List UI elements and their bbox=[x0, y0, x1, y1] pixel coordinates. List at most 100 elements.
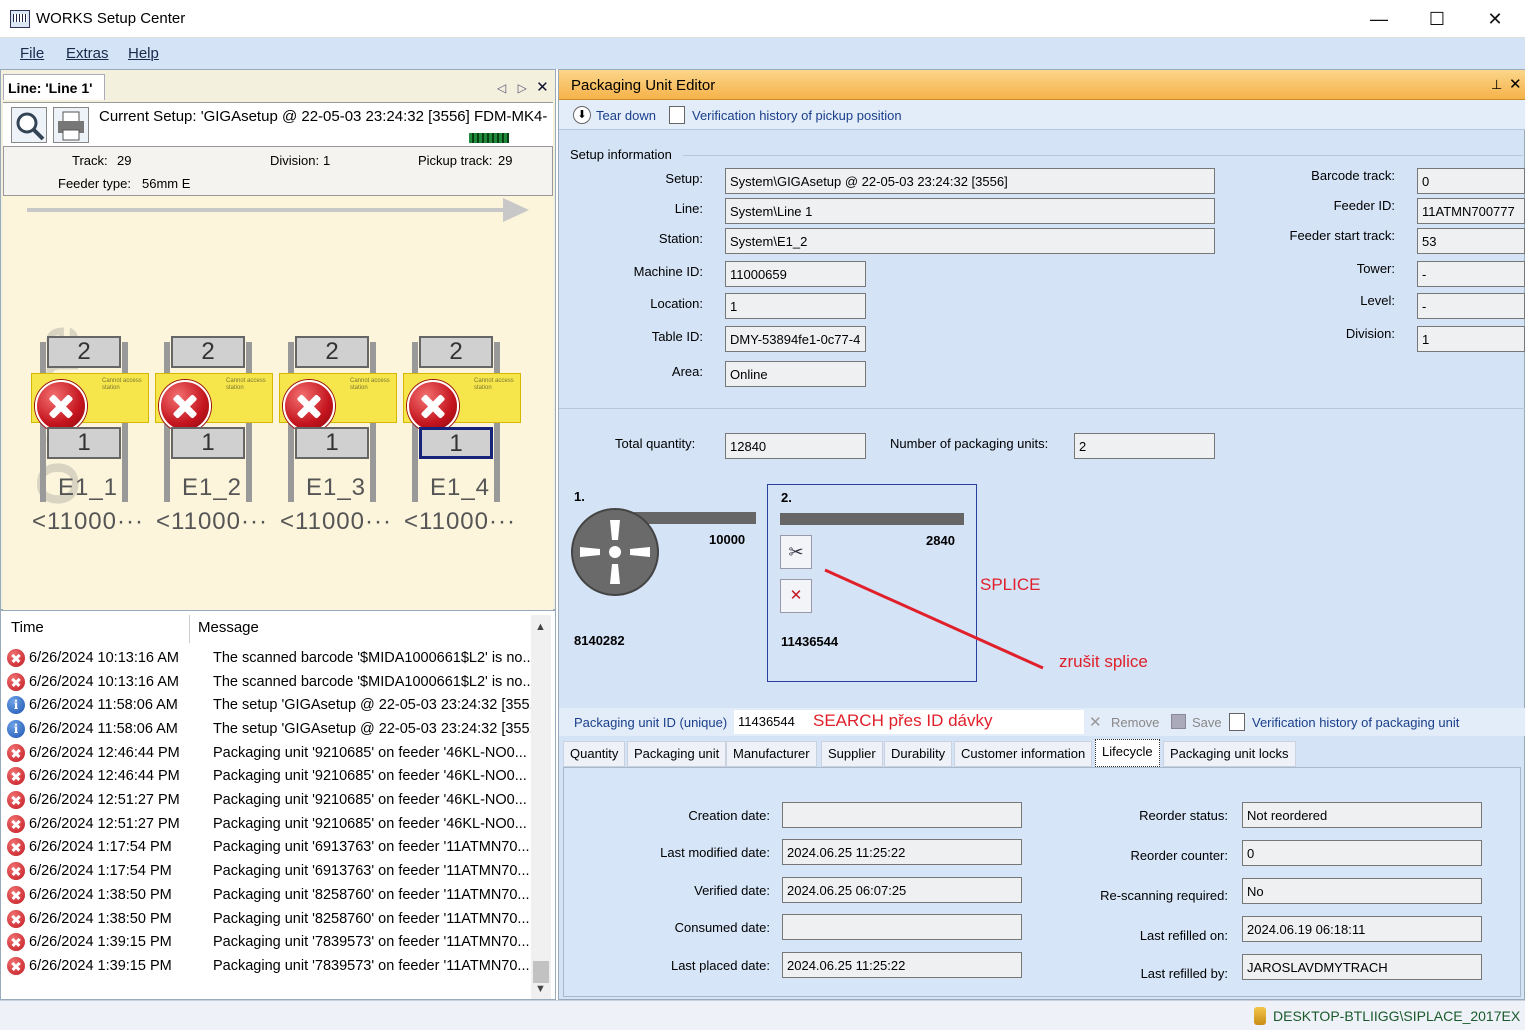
log-row[interactable]: 6/26/2024 1:38:50 PM Packaging unit '8258… bbox=[7, 907, 533, 931]
log-row[interactable]: 6/26/2024 1:17:54 PM Packaging unit '6913… bbox=[7, 836, 533, 860]
log-row[interactable]: 6/26/2024 1:17:54 PM Packaging unit '6913… bbox=[7, 859, 533, 883]
pin-icon[interactable]: ⊥ bbox=[1491, 77, 1502, 93]
log-row[interactable]: 6/26/2024 1:39:15 PM Packaging unit '7839… bbox=[7, 954, 533, 978]
menu-file[interactable]: File bbox=[20, 45, 44, 62]
unit2-qty: 2840 bbox=[926, 533, 955, 548]
log-time: 6/26/2024 10:13:16 AM bbox=[29, 673, 179, 690]
save-button[interactable]: Save bbox=[1192, 715, 1222, 730]
pkg-id-value: 11436544 bbox=[738, 714, 795, 729]
tab-durability[interactable]: Durability bbox=[884, 741, 953, 767]
error-icon bbox=[283, 380, 335, 432]
verification-pkg-button[interactable]: Verification history of packaging unit bbox=[1252, 715, 1459, 730]
log-row[interactable]: 6/26/2024 1:38:50 PM Packaging unit '8258… bbox=[7, 883, 533, 907]
lifecycle-value: JAROSLAVDMYTRACH bbox=[1242, 954, 1482, 980]
error-icon bbox=[407, 380, 459, 432]
pkg-id-label: Packaging unit ID (unique) bbox=[574, 715, 728, 730]
setup-info-heading: Setup information bbox=[570, 147, 672, 162]
nav-right-icon[interactable]: ▷ bbox=[518, 81, 527, 95]
setup-field-label: Setup: bbox=[665, 171, 703, 186]
nav-left-icon[interactable]: ◁ bbox=[497, 81, 506, 95]
scroll-down-icon[interactable]: ▼ bbox=[535, 983, 546, 995]
log-message: Packaging unit '6913763' on feeder '11AT… bbox=[213, 839, 530, 856]
log-row[interactable]: 6/26/2024 12:51:27 PM Packaging unit '921… bbox=[7, 812, 533, 836]
tear-down-icon[interactable]: ⬇ bbox=[573, 106, 591, 124]
log-row[interactable]: 6/26/2024 10:13:16 AM The scanned barcode… bbox=[7, 670, 533, 694]
log-time: 6/26/2024 1:39:15 PM bbox=[29, 957, 172, 974]
minimize-button[interactable]: — bbox=[1350, 0, 1408, 38]
verification-pickup-button[interactable]: Verification history of pickup position bbox=[692, 108, 902, 123]
menu-extras[interactable]: Extras bbox=[66, 45, 109, 62]
scroll-thumb[interactable] bbox=[533, 961, 549, 983]
editor-close-icon[interactable]: ✕ bbox=[1509, 75, 1522, 93]
feeder-slot-4[interactable]: 2 Cannot access station 1 E1_4 <11000··· bbox=[400, 330, 524, 540]
info-icon: i bbox=[7, 696, 25, 715]
pickup-track-value: 29 bbox=[498, 153, 513, 168]
tab-line[interactable]: Line: 'Line 1' bbox=[3, 74, 105, 100]
scroll-up-icon[interactable]: ▲ bbox=[535, 621, 546, 633]
feeder-slot-1[interactable]: 2 Cannot access station 1 E1_1 <11000··· bbox=[28, 330, 152, 540]
maximize-button[interactable]: ☐ bbox=[1408, 0, 1466, 38]
status-bar: DESKTOP-BTLIIGG\SIPLACE_2017EX bbox=[0, 1000, 1525, 1030]
lifecycle-label: Reorder counter: bbox=[1130, 848, 1228, 863]
setup-field-value: System\E1_2 bbox=[725, 228, 1215, 254]
printer-icon[interactable] bbox=[53, 107, 89, 143]
total-quantity-field: 12840 bbox=[725, 433, 866, 459]
setup-field-value: 53 bbox=[1417, 228, 1525, 254]
verification-pkg-icon[interactable] bbox=[1229, 713, 1245, 731]
menu-help[interactable]: Help bbox=[128, 45, 159, 62]
pkg-id-input[interactable]: 11436544 SEARCH přes ID dávky bbox=[734, 710, 1084, 734]
splice-scissors-icon[interactable]: ✂ bbox=[780, 535, 812, 569]
feeder-slot-2[interactable]: 2 Cannot access station 1 E1_2 <11000··· bbox=[152, 330, 276, 540]
lifecycle-label: Last refilled by: bbox=[1140, 966, 1228, 981]
feeder-number: <11000··· bbox=[280, 508, 392, 535]
cancel-splice-icon[interactable]: ✕ bbox=[780, 579, 812, 613]
col-time[interactable]: Time bbox=[11, 619, 44, 636]
log-row[interactable]: 6/26/2024 12:46:44 PM Packaging unit '921… bbox=[7, 741, 533, 765]
feeder-name: E1_1 bbox=[57, 474, 119, 501]
packaging-unit-editor: Packaging Unit Editor ⊥ ✕ ⬇ Tear down Ve… bbox=[558, 69, 1525, 1000]
remove-button[interactable]: Remove bbox=[1111, 715, 1159, 730]
setup-field-value: 1 bbox=[1417, 326, 1525, 352]
log-message: Packaging unit '8258760' on feeder '11AT… bbox=[213, 886, 530, 903]
log-scrollbar[interactable]: ▲ ▼ bbox=[531, 615, 551, 999]
remove-icon[interactable]: ✕ bbox=[1089, 713, 1102, 731]
lifecycle-label: Re-scanning required: bbox=[1100, 888, 1228, 903]
tab-customer-information[interactable]: Customer information bbox=[954, 741, 1093, 767]
lifecycle-value: 0 bbox=[1242, 840, 1482, 866]
tab-packaging-unit[interactable]: Packaging unit bbox=[627, 741, 727, 767]
lifecycle-value: 2024.06.19 06:18:11 bbox=[1242, 916, 1482, 942]
log-row[interactable]: 6/26/2024 12:46:44 PM Packaging unit '921… bbox=[7, 765, 533, 789]
window-title: WORKS Setup Center bbox=[36, 10, 186, 27]
feeder-slot-3[interactable]: 2 Cannot access station 1 E1_3 <11000··· bbox=[276, 330, 400, 540]
close-panel-icon[interactable]: ✕ bbox=[536, 79, 549, 96]
error-icon bbox=[35, 380, 87, 432]
current-setup-label: Current Setup: 'GIGAsetup @ 22-05-03 23:… bbox=[99, 108, 548, 125]
tab-packaging-unit-locks[interactable]: Packaging unit locks bbox=[1163, 741, 1296, 767]
log-message: Packaging unit '9210685' on feeder '46KL… bbox=[213, 792, 527, 809]
save-icon[interactable] bbox=[1171, 714, 1186, 729]
tear-down-button[interactable]: Tear down bbox=[596, 108, 656, 123]
log-row[interactable]: 6/26/2024 12:51:27 PM Packaging unit '921… bbox=[7, 788, 533, 812]
log-row[interactable]: i 6/26/2024 11:58:06 AM The setup 'GIGAset… bbox=[7, 717, 533, 741]
unit1-index: 1. bbox=[574, 489, 585, 504]
tab-lifecycle[interactable]: Lifecycle bbox=[1095, 739, 1160, 767]
tab-quantity[interactable]: Quantity bbox=[563, 741, 626, 767]
unit1-qty: 10000 bbox=[709, 532, 746, 547]
col-message[interactable]: Message bbox=[198, 619, 259, 636]
log-row[interactable]: 6/26/2024 1:39:15 PM Packaging unit '7839… bbox=[7, 930, 533, 954]
close-button[interactable]: ✕ bbox=[1466, 0, 1524, 38]
log-row[interactable]: 6/26/2024 10:13:16 AM The scanned barcode… bbox=[7, 646, 533, 670]
editor-toolbar: ⬇ Tear down Verification history of pick… bbox=[559, 100, 1525, 130]
lifecycle-value: 2024.06.25 11:25:22 bbox=[782, 952, 1022, 978]
verification-icon[interactable] bbox=[669, 106, 685, 124]
log-time: 6/26/2024 12:51:27 PM bbox=[29, 792, 180, 809]
direction-arrow bbox=[27, 208, 505, 212]
editor-tabs: Quantity Packaging unit Manufacturer Suppli… bbox=[559, 739, 1525, 767]
tab-supplier[interactable]: Supplier bbox=[821, 741, 883, 767]
zoom-icon[interactable] bbox=[11, 107, 47, 143]
packaging-unit-1[interactable]: 1. 10000 8140282 bbox=[567, 484, 757, 654]
tab-manufacturer[interactable]: Manufacturer bbox=[726, 741, 817, 767]
log-message: Packaging unit '6913763' on feeder '11AT… bbox=[213, 863, 530, 880]
log-row[interactable]: i 6/26/2024 11:58:06 AM The setup 'GIGAset… bbox=[7, 693, 533, 717]
feeder-top-slot: 2 bbox=[295, 336, 369, 368]
